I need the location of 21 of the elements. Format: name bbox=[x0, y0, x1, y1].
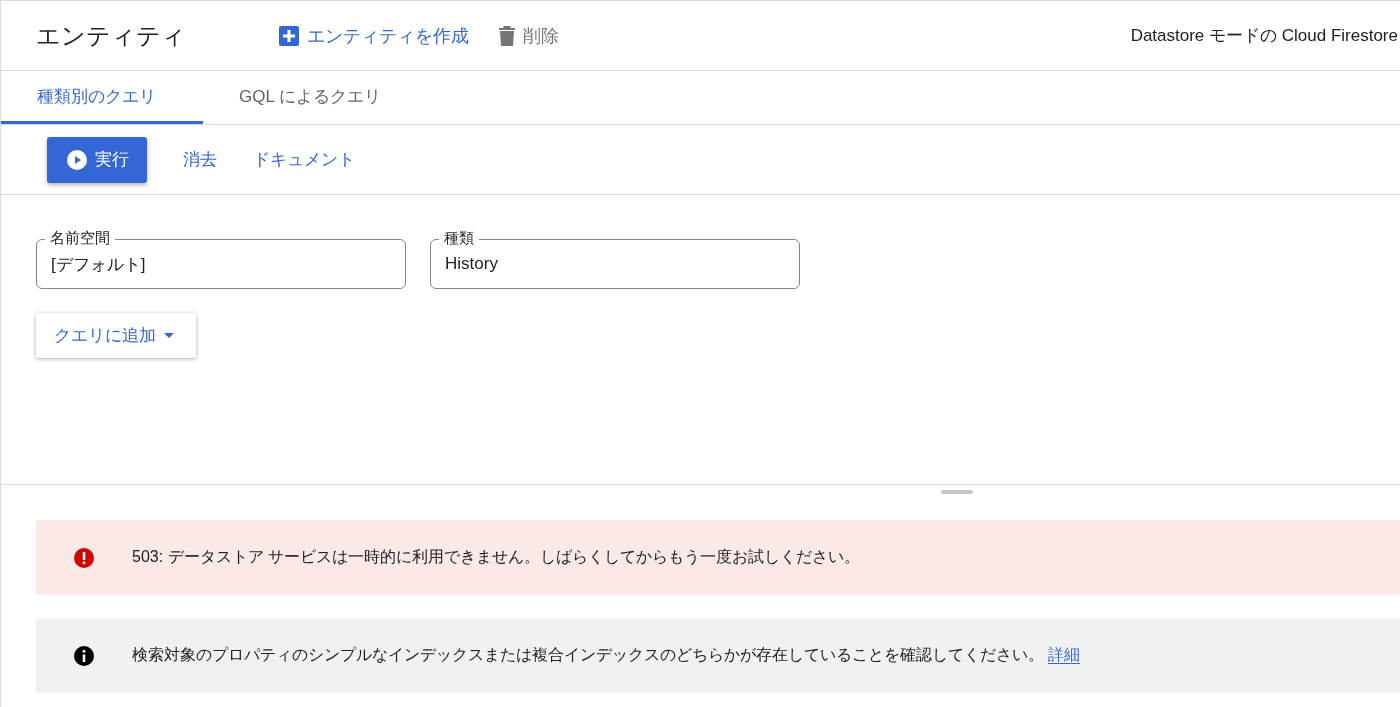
info-icon bbox=[74, 645, 94, 666]
play-icon bbox=[67, 149, 87, 170]
resize-handle[interactable] bbox=[940, 490, 973, 494]
alert-message: 503: データストア サービスは一時的に利用できません。しばらくしてからもう一度お試しください。 bbox=[132, 547, 861, 567]
query-tab[interactable]: 種類別のクエリ bbox=[1, 71, 203, 124]
field-label: 名前空間 bbox=[45, 229, 115, 247]
create-entity-button[interactable]: エンティティを作成 bbox=[279, 23, 469, 48]
trash-icon bbox=[499, 25, 515, 46]
alert-message: 検索対象のプロパティのシンプルなインデックスまたは複合インデックスのどちらかが存在していることを確認してください。 詳細 bbox=[132, 645, 1080, 666]
field-label: 種類 bbox=[439, 229, 479, 247]
add-to-query-button[interactable]: クエリに追加 bbox=[36, 313, 196, 358]
product-name: Datastore モードの Cloud Firestore bbox=[1130, 25, 1399, 47]
run-button[interactable]: 実行 bbox=[47, 136, 147, 183]
page-title: エンティティ bbox=[36, 20, 187, 51]
toolbar-link[interactable]: ドキュメント bbox=[253, 148, 355, 171]
plus-icon bbox=[279, 25, 299, 46]
error-icon bbox=[74, 547, 94, 568]
caret-icon bbox=[164, 333, 174, 338]
toolbar-link[interactable]: 消去 bbox=[183, 148, 217, 171]
query-tab[interactable]: GQL によるクエリ bbox=[203, 71, 417, 124]
details-link[interactable]: 詳細 bbox=[1048, 646, 1080, 664]
